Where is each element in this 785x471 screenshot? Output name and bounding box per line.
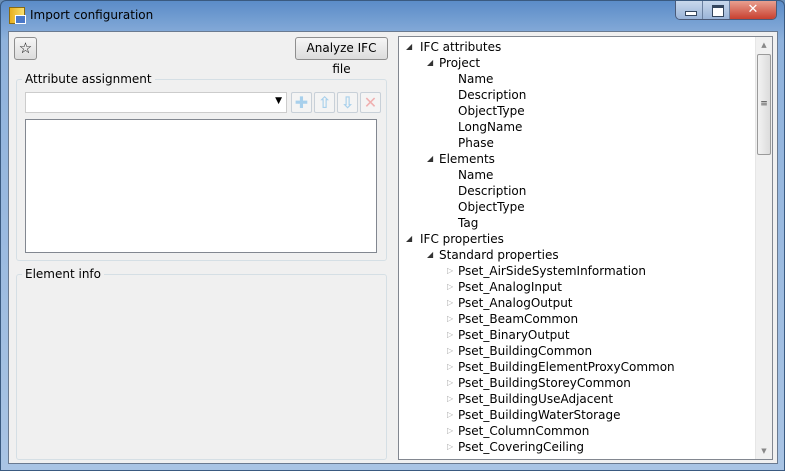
window-title: Import configuration: [30, 8, 154, 22]
tree-node-label: IFC properties: [420, 232, 504, 246]
import-configuration-window: Import configuration ✕ ☆ Analyze IFC fil…: [0, 0, 785, 471]
tree-node-label: Tag: [458, 216, 479, 230]
minimize-button[interactable]: [676, 1, 703, 19]
plus-icon: ✚: [294, 93, 309, 112]
attribute-list[interactable]: [25, 119, 377, 253]
expanded-arrow-icon[interactable]: ◢: [427, 151, 433, 167]
attribute-combo[interactable]: ▼: [25, 92, 287, 113]
tree-node-label: Pset_AnalogOutput: [458, 296, 573, 310]
delete-icon: ✕: [363, 93, 378, 112]
tree-node-label: Description: [458, 184, 527, 198]
move-up-button[interactable]: ⇧: [314, 92, 335, 113]
collapsed-arrow-icon[interactable]: ▷: [447, 407, 453, 423]
chevron-down-icon: ▼: [275, 96, 282, 106]
tree-node-label: Name: [458, 72, 494, 86]
vertical-scrollbar[interactable]: ▲ ≡ ▼: [755, 37, 772, 459]
tree-node-label: Pset_AirSideSystemInformation: [458, 264, 647, 278]
tree-node-label: Phase: [458, 136, 494, 150]
tree-node-label: Pset_BinaryOutput: [458, 328, 570, 342]
attribute-assignment-group: Attribute assignment ▼ ✚ ⇧ ⇩ ✕: [16, 72, 387, 261]
collapsed-arrow-icon[interactable]: ▷: [447, 343, 453, 359]
tree-node-label: Pset_CoveringCeiling: [458, 440, 585, 454]
delete-button[interactable]: ✕: [360, 92, 381, 113]
expanded-arrow-icon[interactable]: ◢: [427, 247, 433, 263]
tree-node-label: Pset_ColumnCommon: [458, 424, 590, 438]
collapsed-arrow-icon[interactable]: ▷: [447, 391, 453, 407]
expanded-arrow-icon[interactable]: ◢: [427, 55, 433, 71]
move-down-button[interactable]: ⇩: [337, 92, 358, 113]
expanded-arrow-icon[interactable]: ◢: [406, 39, 412, 55]
collapsed-arrow-icon[interactable]: ▷: [447, 359, 453, 375]
tree-node-label: Name: [458, 168, 494, 182]
tree-node-label: Standard properties: [439, 248, 559, 262]
arrow-down-icon: ⇩: [340, 93, 355, 112]
tree-node-label: ObjectType: [458, 200, 525, 214]
dialog-client: ☆ Analyze IFC file Attribute assignment …: [8, 31, 778, 464]
expanded-arrow-icon[interactable]: ◢: [406, 231, 412, 247]
collapsed-arrow-icon[interactable]: ▷: [447, 375, 453, 391]
app-icon: [9, 7, 26, 24]
tree-node-label: Description: [458, 88, 527, 102]
close-button[interactable]: ✕: [730, 1, 776, 19]
tree-node-label: Pset_BuildingCommon: [458, 344, 593, 358]
maximize-button[interactable]: [703, 1, 730, 19]
scroll-up-icon[interactable]: ▲: [756, 37, 772, 53]
star-icon: ☆: [18, 39, 33, 57]
scroll-down-icon[interactable]: ▼: [756, 443, 772, 459]
element-info-group: Element info: [16, 267, 387, 460]
tree-node-label: Pset_BuildingUseAdjacent: [458, 392, 614, 406]
collapsed-arrow-icon[interactable]: ▷: [447, 311, 453, 327]
collapsed-arrow-icon[interactable]: ▷: [447, 263, 453, 279]
tree-node-label: Elements: [439, 152, 495, 166]
attribute-assignment-legend: Attribute assignment: [22, 72, 155, 86]
tree-node-label: Project: [439, 56, 481, 70]
collapsed-arrow-icon[interactable]: ▷: [447, 423, 453, 439]
collapsed-arrow-icon[interactable]: ▷: [447, 279, 453, 295]
tree-node-label: Pset_BuildingStoreyCommon: [458, 376, 631, 390]
favorite-button[interactable]: ☆: [14, 37, 37, 60]
tree-node-label: ObjectType: [458, 104, 525, 118]
tree-node-label: Pset_AnalogInput: [458, 280, 562, 294]
tree-node-label: Pset_BuildingWaterStorage: [458, 408, 621, 422]
tree-node-label: LongName: [458, 120, 523, 134]
analyze-ifc-file-button[interactable]: Analyze IFC file: [295, 37, 388, 76]
collapsed-arrow-icon[interactable]: ▷: [447, 439, 453, 455]
scroll-thumb[interactable]: ≡: [757, 54, 771, 155]
close-icon: ✕: [747, 2, 759, 17]
ifc-tree[interactable]: ▷ Pset_CoveringCeiling ▷ Pset_ColumnCommon ▷…: [398, 36, 773, 460]
tree-node-label: Pset_BuildingElementProxyCommon: [458, 360, 675, 374]
arrow-up-icon: ⇧: [317, 93, 332, 112]
add-button[interactable]: ✚: [291, 92, 312, 113]
collapsed-arrow-icon[interactable]: ▷: [447, 327, 453, 343]
title-bar[interactable]: Import configuration ✕: [1, 1, 784, 31]
element-info-legend: Element info: [22, 267, 105, 281]
tree-node-label: IFC attributes: [420, 40, 502, 54]
tree-node-label: Pset_BeamCommon: [458, 312, 579, 326]
collapsed-arrow-icon[interactable]: ▷: [447, 295, 453, 311]
